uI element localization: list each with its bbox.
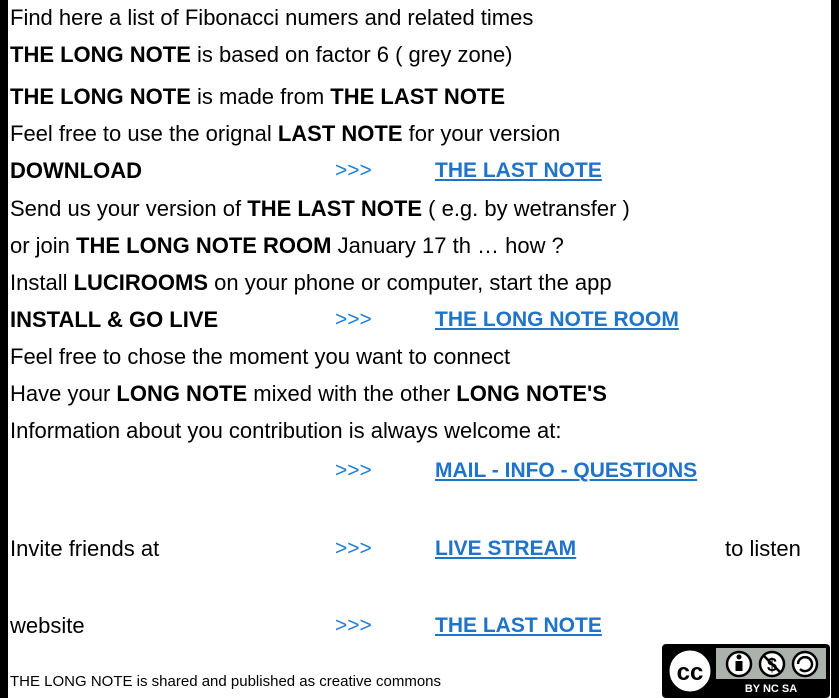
mail-link[interactable]: MAIL - INFO - QUESTIONS xyxy=(435,455,697,487)
made-from-text: is made from xyxy=(190,84,331,109)
mail-row: >>> MAIL - INFO - QUESTIONS xyxy=(10,455,825,487)
last-note-title: THE LAST NOTE xyxy=(330,84,506,109)
factor-text: is based on factor 6 ( grey zone) xyxy=(190,42,513,67)
long-notes-bold: LONG NOTE'S xyxy=(456,381,607,406)
info-line: Information about you contribution is al… xyxy=(10,415,562,447)
join-line: or join THE LONG NOTE ROOM January 17 th… xyxy=(10,230,564,262)
send-text: Send us your version of xyxy=(10,196,248,221)
long-note-bold: LONG NOTE xyxy=(116,381,248,406)
install-arrow: >>> xyxy=(335,308,372,331)
last-note-bold: LAST NOTE xyxy=(277,121,403,146)
moment-line: Feel free to chose the moment you want t… xyxy=(10,341,510,373)
factor-line: THE LONG NOTE is based on factor 6 ( gre… xyxy=(10,39,513,71)
long-note-title: THE LONG NOTE xyxy=(10,42,191,67)
app-text: on your phone or computer, start the app xyxy=(208,270,612,295)
website-link[interactable]: THE LAST NOTE xyxy=(435,610,602,642)
download-link[interactable]: THE LAST NOTE xyxy=(435,155,602,187)
download-label: DOWNLOAD xyxy=(10,158,142,183)
listen-text: to listen xyxy=(725,536,801,561)
last-note-bold: THE LAST NOTE xyxy=(247,196,423,221)
download-row: DOWNLOAD >>> THE LAST NOTE xyxy=(10,155,825,187)
room-bold: THE LONG NOTE ROOM xyxy=(76,233,332,258)
mixed-line: Have your LONG NOTE mixed with the other… xyxy=(10,378,607,410)
cc-by-nc-sa-icon: cc $ BY NC SA xyxy=(662,644,830,698)
install-row: INSTALL & GO LIVE >>> THE LONG NOTE ROOM xyxy=(10,304,825,336)
install-text: Install xyxy=(10,270,74,295)
download-arrow: >>> xyxy=(335,159,372,182)
invite-row: Invite friends at >>> LIVE STREAM to lis… xyxy=(10,533,825,565)
install-label: INSTALL & GO LIVE xyxy=(10,307,219,332)
website-label: website xyxy=(10,613,85,638)
wetransfer-text: ( e.g. by wetransfer ) xyxy=(422,196,630,221)
made-from-line: THE LONG NOTE is made from THE LAST NOTE xyxy=(10,81,505,113)
svg-text:cc: cc xyxy=(677,659,704,686)
live-stream-link[interactable]: LIVE STREAM xyxy=(435,533,576,565)
document-page: Find here a list of Fibonacci numers and… xyxy=(8,0,831,698)
invite-arrow: >>> xyxy=(335,537,372,560)
mixed-text: Have your xyxy=(10,381,117,406)
footer-license-text: THE LONG NOTE is shared and published as… xyxy=(10,673,442,690)
website-arrow: >>> xyxy=(335,614,372,637)
license-badge-text: BY NC SA xyxy=(745,683,797,695)
intro-line: Find here a list of Fibonacci numers and… xyxy=(10,2,533,34)
mail-arrow: >>> xyxy=(335,459,372,482)
join-text: or join xyxy=(10,233,77,258)
other-text: mixed with the other xyxy=(247,381,457,406)
version-text: for your version xyxy=(402,121,561,146)
send-line: Send us your version of THE LAST NOTE ( … xyxy=(10,193,630,225)
info-text: Information about you contribution is al… xyxy=(10,418,562,443)
original-line: Feel free to use the orignal LAST NOTE f… xyxy=(10,118,560,150)
long-note-title: THE LONG NOTE xyxy=(10,84,191,109)
long-note-room-link[interactable]: THE LONG NOTE ROOM xyxy=(435,304,679,336)
lucirooms-bold: LUCIROOMS xyxy=(73,270,209,295)
install-line: Install LUCIROOMS on your phone or compu… xyxy=(10,267,612,299)
date-text: January 17 th … how ? xyxy=(331,233,564,258)
moment-text: Feel free to chose the moment you want t… xyxy=(10,344,511,369)
invite-label: Invite friends at xyxy=(10,536,160,561)
original-text: Feel free to use the orignal xyxy=(10,121,278,146)
website-row: website >>> THE LAST NOTE xyxy=(10,610,825,642)
intro-text: Find here a list of Fibonacci numers and… xyxy=(10,5,534,30)
